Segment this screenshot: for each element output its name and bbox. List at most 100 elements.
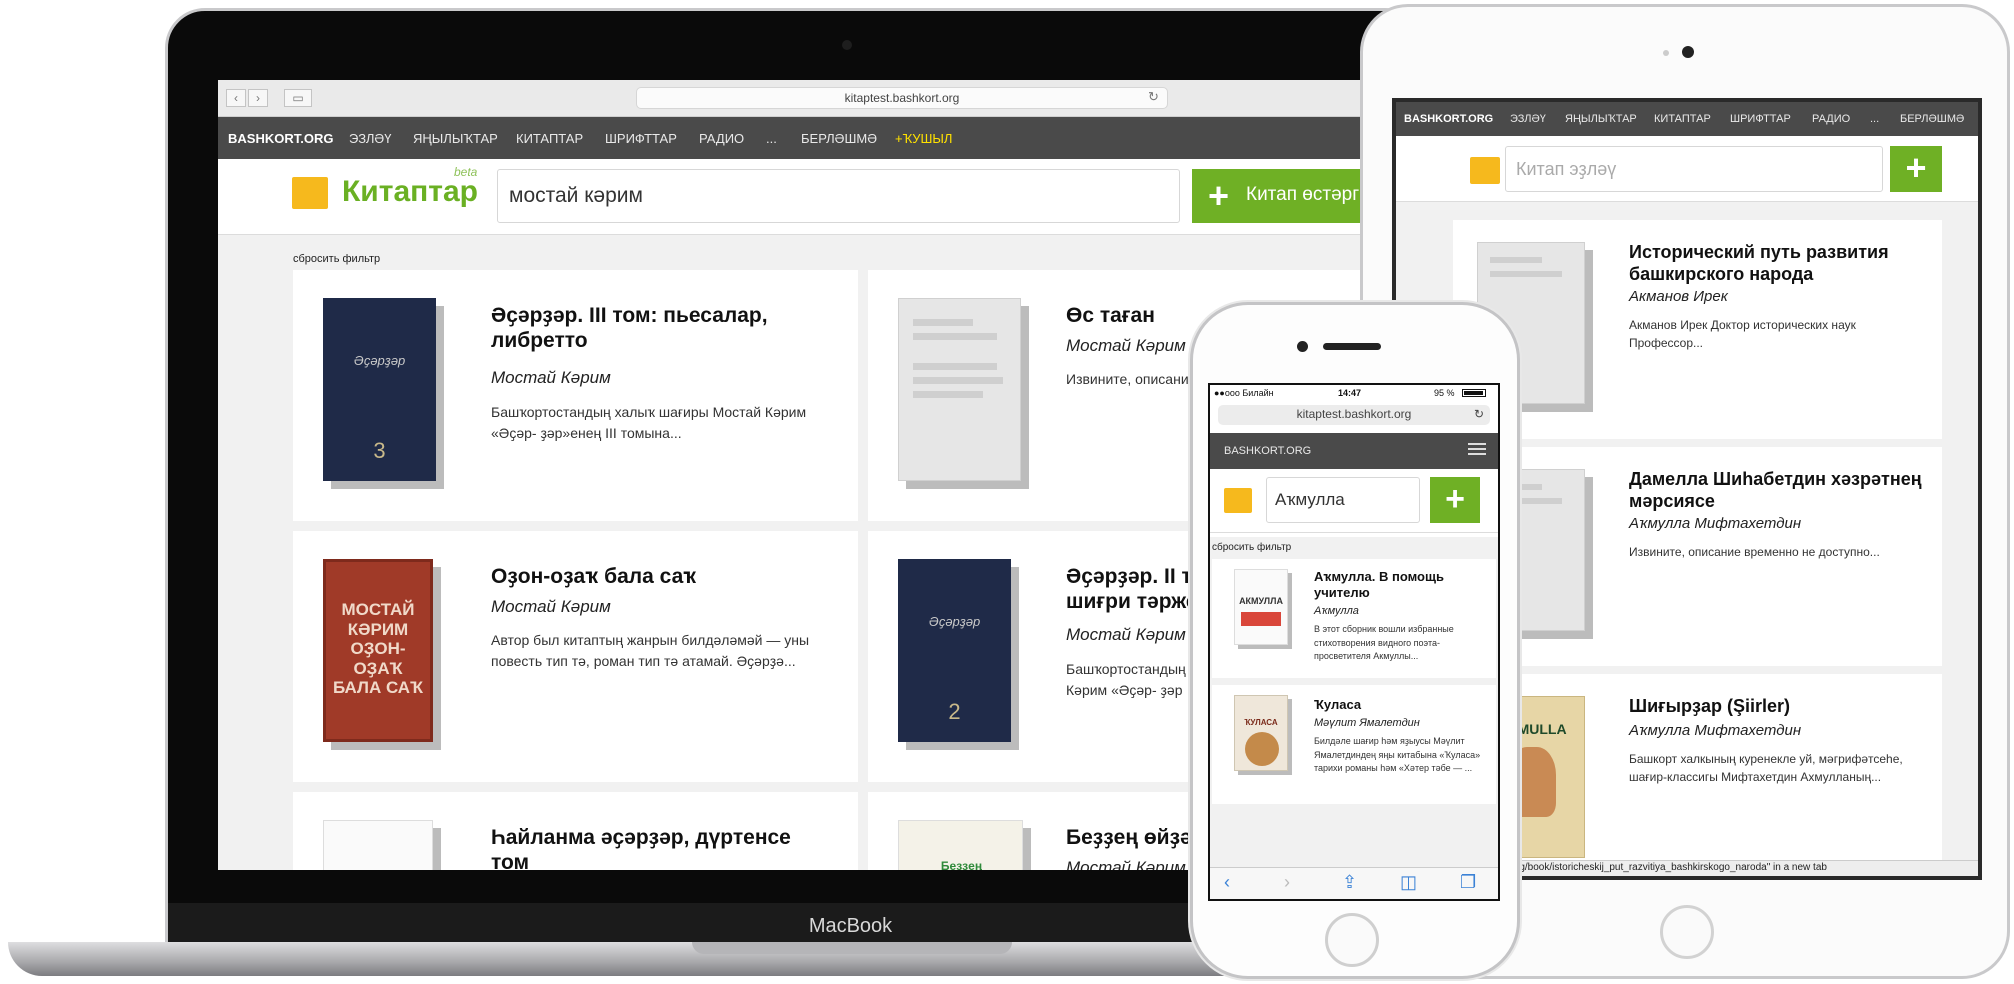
nav-add-link[interactable]: +ҠУШЫЛ (895, 131, 952, 146)
books-logo-icon (292, 177, 328, 209)
reset-filter-link[interactable]: сбросить фильтр (293, 253, 380, 265)
iphone-camera (1297, 341, 1308, 352)
book-card[interactable]: Дамелла Шиһабетдин хәзрәтнең мәрсиясе Аҡ… (1453, 447, 1942, 666)
address-bar[interactable]: kitaptest.bashkort.org (636, 87, 1168, 109)
beta-label: beta (454, 165, 478, 179)
macbook-camera (842, 40, 852, 50)
tabs-icon[interactable]: ❐ (1460, 872, 1476, 893)
add-book-button[interactable]: + (1890, 146, 1942, 192)
search-input[interactable]: Аҡмулла (1266, 477, 1420, 523)
nav-item-radio[interactable]: РАДИО (1812, 113, 1850, 125)
book-author[interactable]: Аҡмулла Мифтахетдин (1629, 515, 1801, 532)
nav-item-more[interactable]: ... (1870, 113, 1879, 125)
forward-button[interactable]: › (248, 89, 268, 107)
nav-item-books[interactable]: КИТАПТАР (1654, 113, 1711, 125)
forward-button[interactable]: › (1284, 872, 1290, 893)
carrier: ●●ooo Билайн (1214, 388, 1274, 398)
book-title[interactable]: Оҙон-оҙаҡ бала саҡ (491, 564, 831, 589)
book-card[interactable]: Исторический путь развития башкирского н… (1453, 220, 1942, 439)
nav-item-fonts[interactable]: ШРИФТТАР (1730, 113, 1791, 125)
book-cover: Әҫәрҙәр 3 (323, 298, 436, 481)
bookmarks-icon[interactable]: ◫ (1400, 872, 1417, 893)
add-book-button[interactable]: + Китап өстәрг (1192, 169, 1378, 223)
book-title[interactable]: Һайланма әҫәрҙәр, дүртенсе том (491, 825, 831, 870)
book-author[interactable]: Мостай Кәрим (491, 597, 611, 617)
status-bar: ●●ooo Билайн 14:47 95 % (1210, 385, 1498, 401)
book-cover-placeholder (898, 298, 1021, 481)
reset-filter-link[interactable]: сбросить фильтр (1212, 542, 1291, 553)
nav-brand[interactable]: BASHKORT.ORG (1224, 445, 1311, 457)
book-description: Автор был китаптың жанрын билдәләмәй — у… (491, 632, 810, 669)
book-title[interactable]: Аҡмулла. В помощь учителю (1314, 569, 1482, 600)
nav-item-news[interactable]: ЯҢЫЛЫҠТАР (413, 131, 498, 146)
book-card[interactable]: ҠУЛАСА Ҡуласа Мәүлит Ямалетдин Билдәле ш… (1212, 685, 1496, 804)
book-author[interactable]: Мостай Кәрим (491, 368, 611, 388)
add-book-button[interactable]: + (1430, 477, 1480, 523)
book-title[interactable]: Әҫәрҙәр. III том: пьесалар, либретто (491, 303, 831, 353)
ipad-sensor (1663, 50, 1669, 56)
ipad-site-nav: BASHKORT.ORG ЭЗЛӘҮ ЯҢЫЛЫҠТАР КИТАПТАР ШР… (1396, 102, 1978, 136)
book-description: Акманов Ирек Доктор исторических наук Пр… (1629, 318, 1856, 350)
book-cover: ҠУЛАСА (1234, 695, 1288, 771)
book-author[interactable]: Мостай Кәрим (1066, 625, 1186, 645)
reload-icon[interactable]: ↻ (1148, 89, 1159, 105)
book-author[interactable]: Акманов Ирек (1629, 288, 1728, 305)
book-description: Билдәле шағир һәм яҙыусы Мәүлит Ямалетди… (1314, 736, 1481, 773)
site-nav: BASHKORT.ORG ЭЗЛӘҮ ЯҢЫЛЫҠТАР КИТАПТАР ШР… (218, 117, 1378, 159)
book-card[interactable]: Һайланма әҫәрҙәр, дүртенсе том (293, 792, 858, 870)
nav-item-search[interactable]: ЭЗЛӘҮ (349, 131, 391, 146)
back-button[interactable]: ‹ (226, 89, 246, 107)
iphone-home-button[interactable] (1325, 913, 1379, 967)
book-description: Башҡортостандың халыҡ шағиры Мостай Кәри… (491, 404, 807, 441)
nav-item-fonts[interactable]: ШРИФТТАР (605, 131, 677, 146)
book-title[interactable]: Дамелла Шиһабетдин хәзрәтнең мәрсиясе (1629, 469, 1929, 512)
search-input[interactable]: мостай кәрим (497, 169, 1180, 223)
book-cover: Беҙҙең (898, 820, 1023, 870)
book-author[interactable]: Мостай Кәрим (1066, 336, 1186, 356)
browser-toolbar: ‹ › ▭ kitaptest.bashkort.org ↻ (218, 80, 1378, 117)
book-card[interactable]: МОСТАЙ КӘРИМ ОҘОН-ОҘАҠ БАЛА САҠ Оҙон-оҙа… (293, 531, 858, 782)
book-title[interactable]: Исторический путь развития башкирского н… (1629, 242, 1929, 285)
add-book-label: Китап өстәрг (1246, 184, 1360, 205)
battery-level: 95 % (1434, 388, 1455, 398)
book-description: Башҡортостандың Кәрим «Әҫәр- ҙәр (1066, 661, 1186, 698)
back-button[interactable]: ‹ (1224, 872, 1230, 893)
book-title[interactable]: Шиғырҙар (Şiirler) (1629, 696, 1929, 718)
book-card[interactable]: AKMULLA Шиғырҙар (Şiirler) Аҡмулла Мифта… (1453, 674, 1942, 876)
reload-icon[interactable]: ↻ (1474, 407, 1484, 421)
ipad-camera (1682, 46, 1694, 58)
book-cover: АКМУЛЛА (1234, 569, 1288, 645)
book-author[interactable]: Аҡмулла Мифтахетдин (1629, 722, 1801, 739)
book-cover: МОСТАЙ КӘРИМ ОҘОН-ОҘАҠ БАЛА САҠ (323, 559, 433, 742)
ipad-home-button[interactable] (1660, 905, 1714, 959)
nav-item-radio[interactable]: РАДИО (699, 131, 744, 146)
search-input[interactable]: Китап эҙләү (1505, 146, 1883, 192)
iphone-screen: ●●ooo Билайн 14:47 95 % kitaptest.bashko… (1208, 383, 1500, 901)
book-title[interactable]: Ҡуласа (1314, 697, 1482, 713)
nav-brand[interactable]: BASHKORT.ORG (228, 131, 333, 146)
nav-item-union[interactable]: БЕРЛӘШМӘ (1900, 113, 1964, 125)
logo-text[interactable]: Китаптар (342, 175, 478, 209)
mobile-site-nav: BASHKORT.ORG (1210, 433, 1498, 469)
book-card[interactable]: АКМУЛЛА Аҡмулла. В помощь учителю Аҡмулл… (1212, 559, 1496, 678)
book-author[interactable]: Мостай Кәрим (1066, 858, 1186, 870)
share-icon[interactable]: ⇪ (1342, 872, 1357, 893)
sidebar-icon[interactable]: ▭ (284, 89, 312, 107)
nav-item-books[interactable]: КИТАПТАР (516, 131, 583, 146)
nav-item-union[interactable]: БЕРЛӘШМӘ (801, 131, 877, 146)
battery-icon (1462, 389, 1486, 397)
clock: 14:47 (1338, 388, 1362, 398)
book-author[interactable]: Аҡмулла (1314, 605, 1359, 617)
book-cover: Әҫәрҙәр 2 (898, 559, 1011, 742)
macbook-notch (692, 942, 1012, 954)
book-card[interactable]: Әҫәрҙәр 3 Әҫәрҙәр. III том: пьесалар, ли… (293, 270, 858, 521)
nav-item-news[interactable]: ЯҢЫЛЫҠТАР (1565, 113, 1637, 125)
book-description: Башкорт халкының куренекле уй, мәгрифәтс… (1629, 752, 1903, 784)
mobile-browser-toolbar: ‹ › ⇪ ◫ ❐ (1210, 867, 1498, 899)
nav-brand[interactable]: BASHKORT.ORG (1404, 113, 1493, 125)
book-author[interactable]: Мәүлит Ямалетдин (1314, 717, 1420, 729)
nav-item-more[interactable]: ... (766, 131, 777, 146)
address-bar[interactable]: kitaptest.bashkort.org (1218, 405, 1490, 425)
nav-item-search[interactable]: ЭЗЛӘҮ (1510, 113, 1546, 125)
books-logo-icon (1224, 488, 1252, 513)
